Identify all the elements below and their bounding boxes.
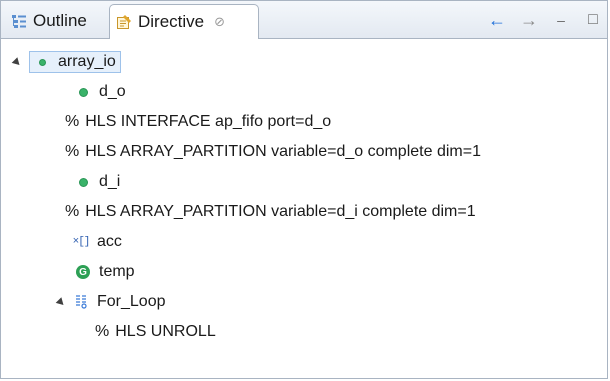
minimize-icon[interactable]: – <box>551 10 571 30</box>
view-toolbar: ← → – □ <box>487 7 603 33</box>
array-variable-icon: ×[] <box>72 236 91 248</box>
tree-item-directive[interactable]: % HLS ARRAY_PARTITION variable=d_o compl… <box>65 137 481 167</box>
tree-item-label: d_o <box>99 83 126 100</box>
directive-percent-icon: % <box>65 203 80 220</box>
tree-item-label: HLS INTERFACE ap_fifo port=d_o <box>85 113 332 130</box>
tab-directive-label: Directive <box>138 12 205 31</box>
tree-item-selected-label: array_io <box>29 51 121 73</box>
tree-item-directive[interactable]: % HLS ARRAY_PARTITION variable=d_i compl… <box>65 197 476 227</box>
tree-item-label: d_i <box>99 173 121 190</box>
expand-twisty-icon[interactable] <box>55 296 67 308</box>
directive-view: Outline Directive ⊘ ← → – □ array_io d_o… <box>0 0 608 379</box>
directive-percent-icon: % <box>95 323 110 340</box>
close-icon[interactable]: ⊘ <box>214 14 225 30</box>
directive-percent-icon: % <box>65 143 80 160</box>
port-dot-icon <box>75 84 91 100</box>
tree-item-acc[interactable]: ×[] acc <box>73 227 122 257</box>
tree-item-temp[interactable]: G temp <box>75 257 135 287</box>
tree-item-d-o[interactable]: d_o <box>75 77 126 107</box>
tree-item-label: For_Loop <box>97 293 166 310</box>
expand-twisty-icon[interactable] <box>11 56 23 68</box>
tree-item-d-i[interactable]: d_i <box>75 167 120 197</box>
forward-arrow-icon[interactable]: → <box>519 10 539 30</box>
tree-item-label: acc <box>97 233 122 250</box>
back-arrow-icon[interactable]: ← <box>487 10 507 30</box>
global-variable-icon: G <box>75 264 91 280</box>
tree-item-array-io[interactable]: array_io <box>11 47 121 77</box>
tree-item-label: HLS ARRAY_PARTITION variable=d_i complet… <box>85 203 476 220</box>
tree-item-directive[interactable]: % HLS UNROLL <box>95 317 216 347</box>
tab-outline-label: Outline <box>33 11 87 30</box>
maximize-icon[interactable]: □ <box>583 10 603 30</box>
loop-icon <box>73 294 89 310</box>
function-dot-icon <box>34 54 50 70</box>
tree-item-label: temp <box>99 263 135 280</box>
tree-item-for-loop[interactable]: For_Loop <box>55 287 166 317</box>
tab-divider <box>110 37 258 40</box>
tree-item-directive[interactable]: % HLS INTERFACE ap_fifo port=d_o <box>65 107 331 137</box>
directive-icon <box>116 14 132 30</box>
outline-icon <box>11 13 27 29</box>
tab-directive[interactable]: Directive ⊘ <box>109 4 259 39</box>
tab-outline[interactable]: Outline <box>7 4 107 38</box>
tree-item-label: array_io <box>58 53 116 70</box>
tree-item-label: HLS UNROLL <box>115 323 216 340</box>
port-dot-icon <box>75 174 91 190</box>
directive-percent-icon: % <box>65 113 80 130</box>
view-tab-bar: Outline Directive ⊘ ← → – □ <box>1 1 607 40</box>
tree-item-label: HLS ARRAY_PARTITION variable=d_o complet… <box>85 143 481 160</box>
directive-tree: array_io d_o % HLS INTERFACE ap_fifo por… <box>1 39 607 378</box>
